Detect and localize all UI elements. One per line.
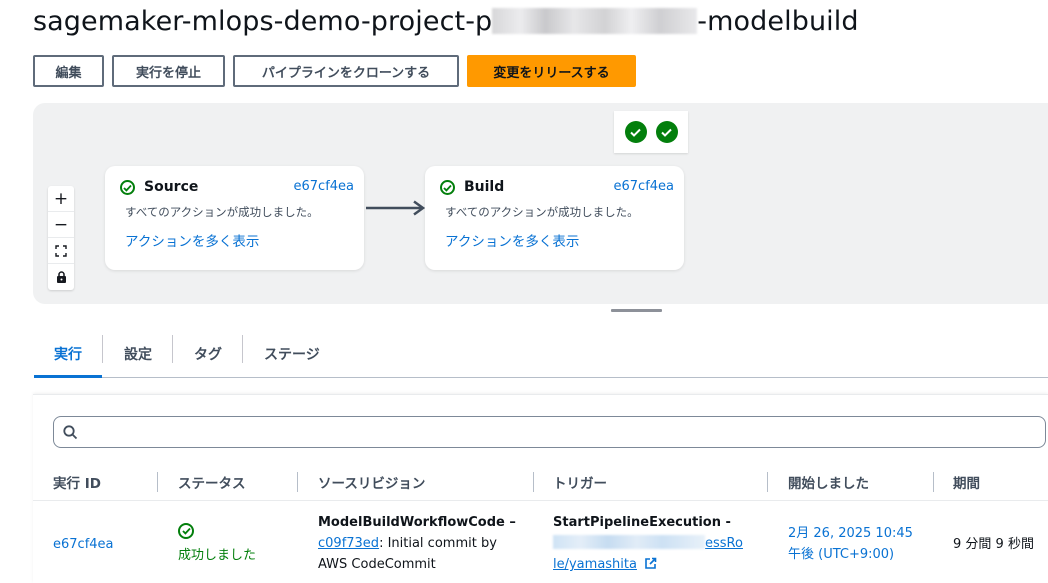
- edit-button[interactable]: 編集: [33, 55, 104, 87]
- tab-tags[interactable]: タグ: [194, 331, 222, 377]
- lock-icon: [56, 271, 66, 283]
- transition-status[interactable]: [614, 111, 688, 153]
- column-header-duration[interactable]: 期間: [953, 472, 980, 492]
- release-change-button[interactable]: 変更をリリースする: [467, 55, 636, 87]
- stage-status-message: すべてのアクションが成功しました。: [445, 205, 639, 219]
- title-suffix: -modelbuild: [697, 6, 859, 37]
- trigger-role-link[interactable]: essRo: [705, 536, 743, 551]
- search-icon: [63, 425, 78, 440]
- success-icon: [624, 121, 647, 143]
- fit-view-button[interactable]: [48, 238, 74, 264]
- zoom-controls: + −: [48, 186, 74, 290]
- stage-revision-link[interactable]: e67cf4ea: [294, 179, 355, 194]
- external-link-icon[interactable]: [644, 557, 657, 570]
- tab-divider: [242, 335, 243, 363]
- column-divider: [533, 472, 534, 492]
- lock-button[interactable]: [48, 264, 74, 290]
- commit-message: : Initial commit by: [379, 536, 497, 551]
- tab-settings[interactable]: 設定: [124, 331, 152, 377]
- execution-id-link[interactable]: e67cf4ea: [53, 534, 114, 555]
- table-header-divider: [33, 500, 1048, 501]
- started-time[interactable]: 午後 (UTC+9:00): [788, 544, 913, 565]
- success-icon: [655, 121, 678, 143]
- fit-view-icon: [55, 244, 67, 257]
- source-title: ModelBuildWorkflowCode –: [318, 515, 516, 530]
- duration-cell: 9 分間 9 秒間: [953, 537, 1034, 552]
- redacted-text: [553, 535, 705, 549]
- column-header-trigger[interactable]: トリガー: [553, 472, 607, 492]
- started-date[interactable]: 2月 26, 2025 10:45: [788, 523, 913, 544]
- tab-divider: [102, 335, 103, 363]
- resize-handle[interactable]: [611, 309, 662, 312]
- success-icon: [440, 180, 455, 195]
- column-header-source-revision[interactable]: ソースリビジョン: [318, 472, 425, 492]
- view-more-actions-link[interactable]: アクションを多く表示: [445, 230, 579, 250]
- column-header-status[interactable]: ステータス: [178, 472, 246, 492]
- column-divider: [933, 472, 934, 492]
- success-icon: [120, 180, 135, 195]
- tab-executions[interactable]: 実行: [34, 331, 102, 378]
- commit-message-line2: AWS CodeCommit: [318, 557, 436, 572]
- redacted-text: [492, 8, 698, 34]
- stage-source: Source e67cf4ea すべてのアクションが成功しました。 アクションを…: [105, 166, 364, 270]
- tab-stages[interactable]: ステージ: [264, 331, 320, 377]
- tab-divider: [172, 335, 173, 363]
- tab-bar: 実行 設定 タグ ステージ: [34, 331, 1048, 378]
- started-cell[interactable]: 2月 26, 2025 10:45 午後 (UTC+9:00): [788, 523, 913, 565]
- page-title: sagemaker-mlops-demo-project-p -modelbuil…: [33, 6, 859, 37]
- status-text: 成功しました: [178, 548, 257, 563]
- commit-id-link[interactable]: c09f73ed: [318, 536, 379, 551]
- stop-execution-button[interactable]: 実行を停止: [112, 55, 225, 87]
- stage-status-message: すべてのアクションが成功しました。: [125, 205, 319, 219]
- transition-arrow: [366, 200, 426, 216]
- trigger-title: StartPipelineExecution -: [553, 515, 731, 530]
- trigger-user-link[interactable]: le/yamashita: [553, 557, 637, 572]
- column-header-execution-id[interactable]: 実行 ID: [53, 472, 101, 492]
- column-divider: [157, 472, 158, 492]
- title-prefix: sagemaker-mlops-demo-project-p: [33, 6, 493, 37]
- source-revision-cell: ModelBuildWorkflowCode – c09f73ed: Initi…: [318, 512, 516, 575]
- trigger-cell: StartPipelineExecution - essRo le/yamash…: [553, 512, 743, 575]
- clone-pipeline-button[interactable]: パイプラインをクローンする: [233, 55, 459, 87]
- status-cell: 成功しました: [178, 521, 256, 566]
- column-divider: [297, 472, 298, 492]
- column-header-started[interactable]: 開始しました: [788, 472, 869, 492]
- zoom-out-button[interactable]: −: [48, 212, 74, 238]
- stage-name: Build: [464, 179, 505, 195]
- success-icon: [178, 523, 194, 539]
- search-input[interactable]: [53, 416, 1046, 448]
- view-more-actions-link[interactable]: アクションを多く表示: [125, 230, 259, 250]
- stage-build: Build e67cf4ea すべてのアクションが成功しました。 アクションを多…: [425, 166, 684, 270]
- zoom-in-button[interactable]: +: [48, 186, 74, 212]
- stage-revision-link[interactable]: e67cf4ea: [614, 179, 675, 194]
- column-divider: [767, 472, 768, 492]
- stage-name: Source: [144, 179, 199, 195]
